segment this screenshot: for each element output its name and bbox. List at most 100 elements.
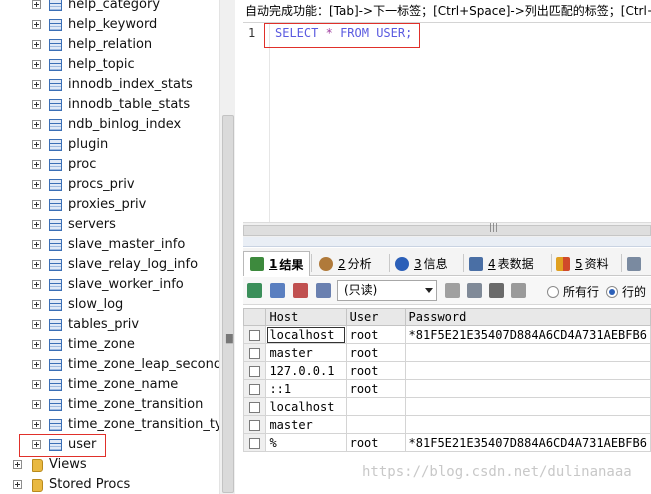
expand-icon[interactable] xyxy=(13,460,22,469)
table-cell-host[interactable]: 127.0.0.1 xyxy=(265,361,347,380)
row-checkbox[interactable] xyxy=(249,383,261,395)
table-cell-user[interactable]: root xyxy=(345,379,406,398)
tree-item-servers[interactable]: servers xyxy=(0,215,220,235)
table-cell-host[interactable]: % xyxy=(265,433,347,452)
editor-horizontal-scrollbar[interactable]: ||| xyxy=(243,222,651,237)
row-checkbox[interactable] xyxy=(249,365,261,377)
expand-icon[interactable] xyxy=(32,300,41,309)
tree-item-time-zone-transition[interactable]: time_zone_transition xyxy=(0,395,220,415)
expand-icon[interactable] xyxy=(32,120,41,129)
tree-item-time-zone-name[interactable]: time_zone_name xyxy=(0,375,220,395)
row-checkbox[interactable] xyxy=(249,437,261,449)
expand-icon[interactable] xyxy=(32,180,41,189)
table-cell-user[interactable]: root xyxy=(345,433,406,452)
table-cell-password[interactable] xyxy=(404,343,651,362)
radio-page-rows[interactable]: 行的 xyxy=(606,283,646,300)
expand-icon[interactable] xyxy=(32,200,41,209)
expand-icon[interactable] xyxy=(32,420,41,429)
row-checkbox-cell[interactable] xyxy=(243,325,267,344)
export-icon[interactable] xyxy=(247,283,262,298)
tree-scrollbar-thumb[interactable] xyxy=(222,115,234,493)
table-row[interactable]: % root *81F5E21E35407D884A6CD4A731AEBFB6 xyxy=(243,433,651,452)
tree-item-help-topic[interactable]: help_topic xyxy=(0,55,220,75)
table-row[interactable]: ::1 root xyxy=(243,379,651,398)
table-row[interactable]: 127.0.0.1 root xyxy=(243,361,651,380)
expand-icon[interactable] xyxy=(32,340,41,349)
query-editor[interactable]: 1 SELECT * FROM USER; xyxy=(243,22,651,223)
row-checkbox[interactable] xyxy=(249,419,261,431)
table-cell-password[interactable] xyxy=(404,415,651,434)
table-cell-password[interactable] xyxy=(404,361,651,380)
expand-icon[interactable] xyxy=(32,220,41,229)
table-cell-password[interactable] xyxy=(404,379,651,398)
tree-item-tables-priv[interactable]: tables_priv xyxy=(0,315,220,335)
expand-icon[interactable] xyxy=(32,40,41,49)
tree-item-proxies-priv[interactable]: proxies_priv xyxy=(0,195,220,215)
tree-item-slave-master-info[interactable]: slave_master_info xyxy=(0,235,220,255)
expand-icon[interactable] xyxy=(32,260,41,269)
table-cell-user[interactable]: root xyxy=(345,343,406,362)
tree-item-help-relation[interactable]: help_relation xyxy=(0,35,220,55)
row-checkbox-cell[interactable] xyxy=(243,343,267,362)
row-checkbox[interactable] xyxy=(249,401,261,413)
expand-icon[interactable] xyxy=(32,140,41,149)
tree-item-proc[interactable]: proc xyxy=(0,155,220,175)
tree-item-procs-priv[interactable]: procs_priv xyxy=(0,175,220,195)
table-cell-host[interactable]: localhost xyxy=(265,397,347,416)
expand-icon[interactable] xyxy=(32,100,41,109)
row-checkbox-cell[interactable] xyxy=(243,379,267,398)
tree-item-time-zone[interactable]: time_zone xyxy=(0,335,220,355)
insert-row-icon[interactable] xyxy=(445,283,460,298)
table-row[interactable]: master xyxy=(243,415,651,434)
expand-icon[interactable] xyxy=(32,360,41,369)
row-checkbox-cell[interactable] xyxy=(243,397,267,416)
tree-item-time-zone-transition-type[interactable]: time_zone_transition_type xyxy=(0,415,220,435)
table-cell-host[interactable]: localhost xyxy=(265,325,347,344)
view-icon[interactable] xyxy=(293,283,308,298)
expand-icon[interactable] xyxy=(32,60,41,69)
table-cell-host[interactable]: master xyxy=(265,343,347,362)
pane-splitter[interactable] xyxy=(243,237,651,247)
cancel-icon[interactable] xyxy=(511,283,526,298)
expand-icon[interactable] xyxy=(32,0,41,9)
table-cell-user[interactable]: root xyxy=(345,325,406,344)
expand-icon[interactable] xyxy=(13,480,22,489)
row-checkbox[interactable] xyxy=(249,347,261,359)
result-mode-select[interactable]: (只读) xyxy=(337,280,437,301)
table-cell-user[interactable] xyxy=(345,415,406,434)
table-cell-host[interactable]: ::1 xyxy=(265,379,347,398)
expand-icon[interactable] xyxy=(32,400,41,409)
tab-more[interactable] xyxy=(627,251,646,276)
column-header-password[interactable]: Password xyxy=(404,308,651,326)
delete-icon[interactable] xyxy=(489,283,504,298)
tab-table-data[interactable]: 4 表数据 xyxy=(469,251,534,276)
table-cell-host[interactable]: master xyxy=(265,415,347,434)
tree-item-innodb-table-stats[interactable]: innodb_table_stats xyxy=(0,95,220,115)
table-cell-password[interactable] xyxy=(404,397,651,416)
tree-item-help-keyword[interactable]: help_keyword xyxy=(0,15,220,35)
tree-item-stored-procs[interactable]: Stored Procs xyxy=(0,475,220,494)
column-header-user[interactable]: User xyxy=(345,308,406,326)
sql-text[interactable]: SELECT * FROM USER; xyxy=(275,26,412,40)
column-header-host[interactable]: Host xyxy=(265,308,347,326)
copy-all-icon[interactable] xyxy=(270,283,285,298)
expand-icon[interactable] xyxy=(32,380,41,389)
grid-view-icon[interactable] xyxy=(316,283,331,298)
tree-item-slave-relay-log-info[interactable]: slave_relay_log_info xyxy=(0,255,220,275)
tree-item-innodb-index-stats[interactable]: innodb_index_stats xyxy=(0,75,220,95)
tab-result[interactable]: 1 结果 xyxy=(243,251,311,276)
editor-scrollbar-thumb[interactable] xyxy=(243,225,651,236)
save-icon[interactable] xyxy=(467,283,482,298)
tree-item-time-zone-leap-second[interactable]: time_zone_leap_second xyxy=(0,355,220,375)
table-row[interactable]: localhost root *81F5E21E35407D884A6CD4A731… xyxy=(243,325,651,344)
tree-scrollbar[interactable]: ▬ ▬ ▬ xyxy=(219,0,235,494)
row-checkbox[interactable] xyxy=(249,329,261,341)
tree-item-ndb-binlog-index[interactable]: ndb_binlog_index xyxy=(0,115,220,135)
tab-info-shapes[interactable]: 5 资料 xyxy=(556,251,609,276)
tree-item-plugin[interactable]: plugin xyxy=(0,135,220,155)
expand-icon[interactable] xyxy=(32,240,41,249)
tree-item-slave-worker-info[interactable]: slave_worker_info xyxy=(0,275,220,295)
tree-item-help-category[interactable]: help_category xyxy=(0,0,220,15)
table-cell-user[interactable]: root xyxy=(345,361,406,380)
tab-info[interactable]: 3 信息 xyxy=(395,251,448,276)
